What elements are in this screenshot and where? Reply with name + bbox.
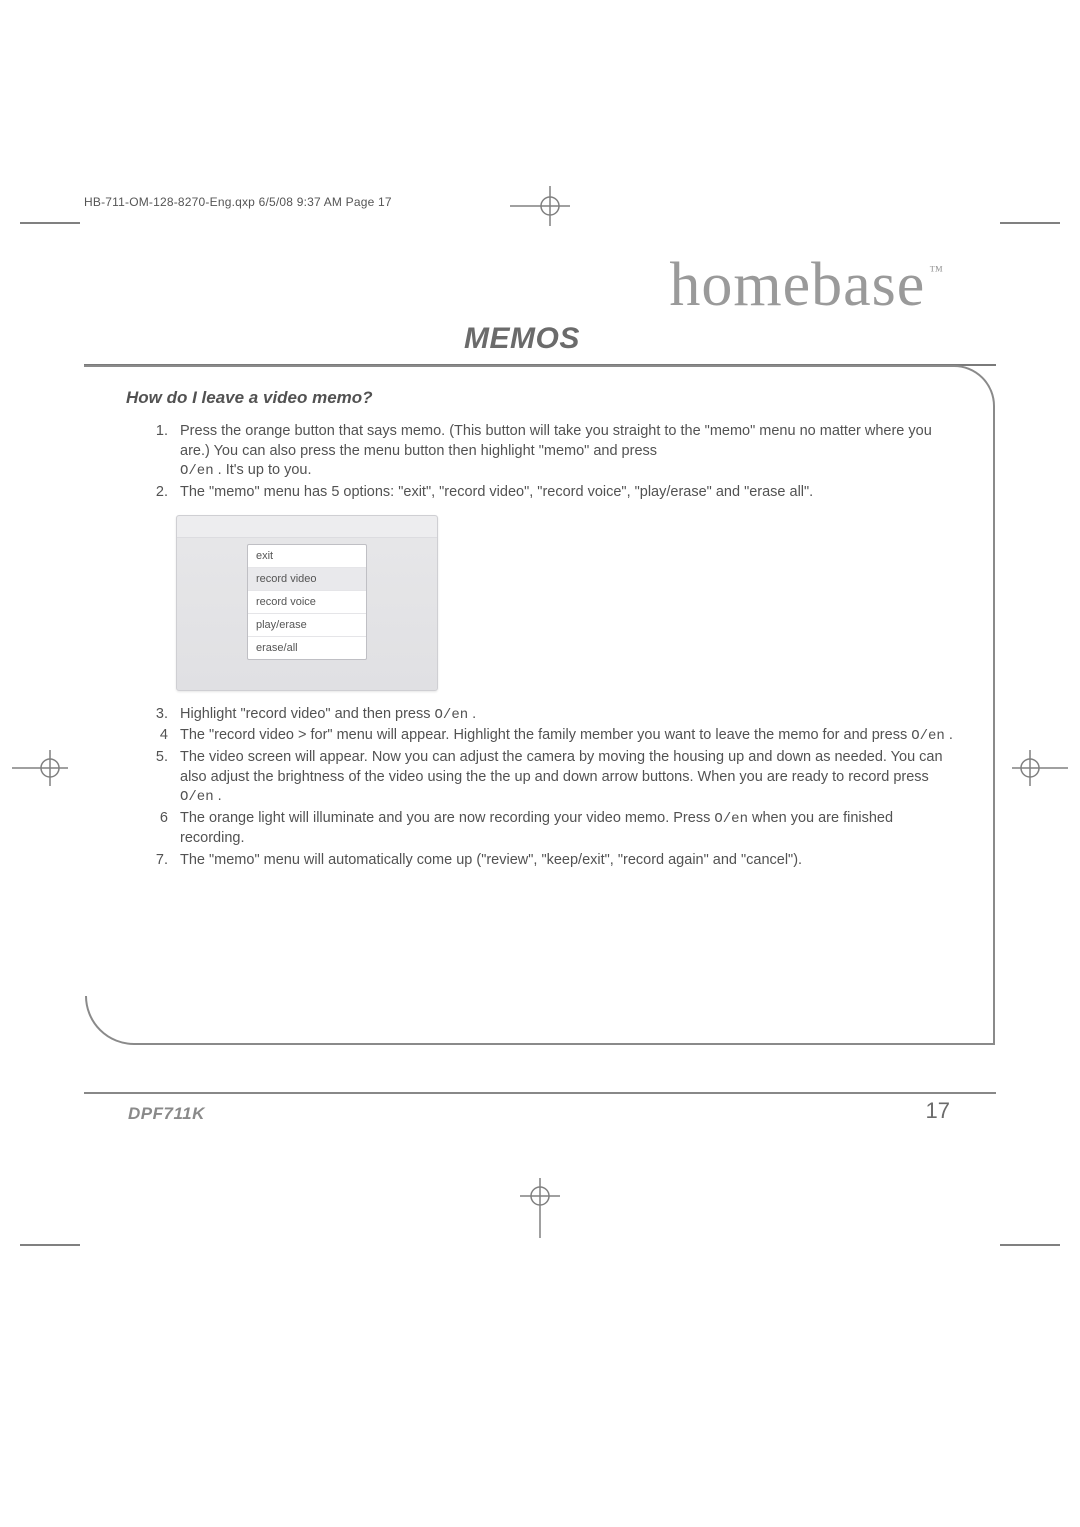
key-label: O/en xyxy=(180,789,214,805)
steps-list: 1. Press the orange button that says mem… xyxy=(126,422,954,503)
step-item: 6 The orange light will illuminate and y… xyxy=(174,809,954,848)
menu-item: record voice xyxy=(248,591,366,614)
menu-item: play/erase xyxy=(248,614,366,637)
step-text: . xyxy=(218,788,222,804)
key-label: O/en xyxy=(714,811,748,827)
step-text: The orange light will illuminate and you… xyxy=(180,810,714,826)
step-text: The "record video > for" menu will appea… xyxy=(180,727,911,743)
memo-menu: exit record video record voice play/eras… xyxy=(247,544,367,660)
step-text: . xyxy=(472,706,476,722)
step-text: The "memo" menu will automatically come … xyxy=(180,852,802,868)
crop-mark xyxy=(1000,222,1060,224)
brand-light: base xyxy=(811,251,925,319)
crop-mark xyxy=(1000,1244,1060,1246)
trademark-icon: ™ xyxy=(929,264,944,279)
crop-mark xyxy=(20,1244,80,1246)
step-number: 4 xyxy=(140,726,168,746)
registration-mark-icon xyxy=(510,186,570,226)
step-item: 7. The "memo" menu will automatically co… xyxy=(174,851,954,871)
page-number: 17 xyxy=(926,1098,950,1124)
key-label: O/en xyxy=(180,463,214,479)
step-item: 2. The "memo" menu has 5 options: "exit"… xyxy=(174,483,954,503)
step-text: Highlight "record video" and then press xyxy=(180,706,435,722)
brand-strong: home xyxy=(669,251,811,319)
brand-logo: homebase™ xyxy=(669,250,940,321)
registration-mark-icon xyxy=(12,740,68,796)
section-title: MEMOS xyxy=(464,322,580,356)
step-item: 4 The "record video > for" menu will app… xyxy=(174,726,954,746)
step-number: 6 xyxy=(140,809,168,829)
steps-list: 3. Highlight "record video" and then pre… xyxy=(126,705,954,871)
key-label: O/en xyxy=(911,728,945,744)
model-number: DPF711K xyxy=(128,1104,205,1124)
step-text: The "memo" menu has 5 options: "exit", "… xyxy=(180,484,813,500)
step-number: 3. xyxy=(140,705,168,725)
step-text: . It's up to you. xyxy=(218,462,312,478)
key-label: O/en xyxy=(435,707,469,723)
step-item: 5. The video screen will appear. Now you… xyxy=(174,748,954,807)
page: HB-711-OM-128-8270-Eng.qxp 6/5/08 9:37 A… xyxy=(0,0,1080,1527)
step-text: . xyxy=(949,727,953,743)
step-number: 1. xyxy=(140,422,168,442)
menu-item-selected: record video xyxy=(248,568,366,591)
registration-mark-icon xyxy=(1012,740,1068,796)
screenshot-titlebar xyxy=(177,516,437,538)
crop-mark xyxy=(20,222,80,224)
menu-item: erase/all xyxy=(248,637,366,659)
screenshot-figure: exit record video record voice play/eras… xyxy=(176,515,438,691)
divider xyxy=(84,1092,996,1094)
step-number: 7. xyxy=(140,851,168,871)
menu-item: exit xyxy=(248,545,366,568)
content-area: How do I leave a video memo? 1. Press th… xyxy=(126,388,954,872)
step-text: The video screen will appear. Now you ca… xyxy=(180,749,943,785)
question-heading: How do I leave a video memo? xyxy=(126,388,954,408)
step-text: Press the orange button that says memo. … xyxy=(180,423,932,459)
step-item: 1. Press the orange button that says mem… xyxy=(174,422,954,481)
print-header-slug: HB-711-OM-128-8270-Eng.qxp 6/5/08 9:37 A… xyxy=(84,195,392,209)
registration-mark-icon xyxy=(518,1178,562,1238)
step-number: 2. xyxy=(140,483,168,503)
step-item: 3. Highlight "record video" and then pre… xyxy=(174,705,954,725)
step-number: 5. xyxy=(140,748,168,768)
